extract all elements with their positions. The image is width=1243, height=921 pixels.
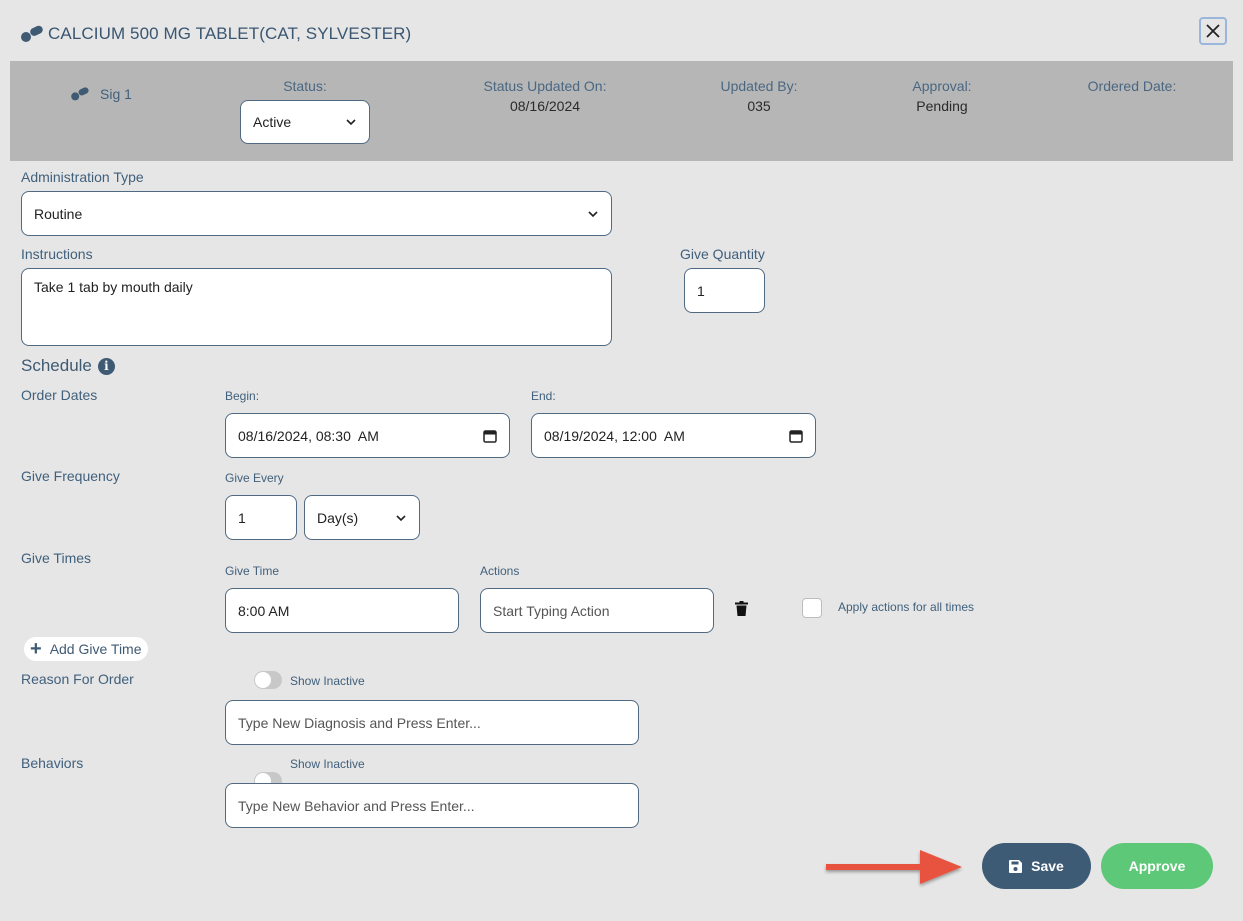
calendar-icon[interactable] xyxy=(483,429,497,443)
reason-show-inactive-toggle[interactable] xyxy=(254,671,282,689)
status-updated-label: Status Updated On: xyxy=(483,78,607,94)
give-quantity-input[interactable]: 1 xyxy=(684,268,765,313)
begin-value: 08/16/2024, 08:30 AM xyxy=(238,427,379,444)
status-select[interactable]: Active xyxy=(240,100,370,144)
status-value: Active xyxy=(253,114,292,130)
begin-datetime-input[interactable]: 08/16/2024, 08:30 AM xyxy=(225,413,510,458)
status-updated-column: Status Updated On: 08/16/2024 xyxy=(470,78,620,114)
actions-label: Actions xyxy=(480,564,520,578)
trash-icon[interactable] xyxy=(735,601,748,616)
end-label: End: xyxy=(531,389,556,403)
give-time-value: 8:00 AM xyxy=(238,602,290,619)
updated-by-column: Updated By: 035 xyxy=(700,78,818,114)
approval-column: Approval: Pending xyxy=(882,78,1002,114)
calendar-icon[interactable] xyxy=(789,429,803,443)
actions-placeholder: Start Typing Action xyxy=(493,602,610,619)
give-every-unit-value: Day(s) xyxy=(317,509,359,526)
give-times-label: Give Times xyxy=(21,550,92,566)
apply-all-label: Apply actions for all times xyxy=(838,600,975,614)
approve-button[interactable]: Approve xyxy=(1101,843,1213,889)
administration-type-label: Administration Type xyxy=(21,169,144,185)
instructions-value: Take 1 tab by mouth daily xyxy=(34,279,193,295)
end-value: 08/19/2024, 12:00 AM xyxy=(544,427,685,444)
reason-label: Reason For Order xyxy=(21,671,134,687)
status-column: Status: xyxy=(245,78,365,94)
arrow-annotation-icon xyxy=(826,850,962,884)
actions-input[interactable]: Start Typing Action xyxy=(480,588,714,633)
behaviors-show-inactive-label: Show Inactive xyxy=(290,757,365,771)
approve-label: Approve xyxy=(1128,858,1186,874)
chevron-down-icon xyxy=(396,514,406,521)
administration-type-value: Routine xyxy=(34,205,83,222)
end-datetime-input[interactable]: 08/19/2024, 12:00 AM xyxy=(531,413,816,458)
reason-show-inactive-label: Show Inactive xyxy=(290,674,365,688)
order-dates-label: Order Dates xyxy=(21,387,98,403)
ordered-date-column: Ordered Date: xyxy=(1072,78,1192,98)
give-frequency-label: Give Frequency xyxy=(21,468,120,484)
sig-tab[interactable]: Sig 1 xyxy=(70,86,132,102)
modal-title-row: CALCIUM 500 MG TABLET(CAT, SYLVESTER) xyxy=(20,20,411,48)
save-label: Save xyxy=(1031,858,1064,874)
pill-icon xyxy=(21,25,43,42)
status-updated-value: 08/16/2024 xyxy=(509,98,581,114)
give-quantity-value: 1 xyxy=(697,282,705,299)
behavior-input[interactable]: Type New Behavior and Press Enter... xyxy=(225,783,639,828)
approval-value: Pending xyxy=(916,98,968,114)
page-title: CALCIUM 500 MG TABLET(CAT, SYLVESTER) xyxy=(48,24,412,43)
pill-icon xyxy=(71,87,89,101)
add-give-time-button[interactable]: + Add Give Time xyxy=(24,637,148,661)
updated-by-label: Updated By: xyxy=(720,78,798,94)
apply-all-checkbox[interactable] xyxy=(802,598,822,618)
diagnosis-input[interactable]: Type New Diagnosis and Press Enter... xyxy=(225,700,639,745)
begin-label: Begin: xyxy=(225,389,260,403)
give-every-label: Give Every xyxy=(225,471,284,485)
updated-by-value: 035 xyxy=(747,98,771,114)
behavior-placeholder: Type New Behavior and Press Enter... xyxy=(238,797,475,814)
give-time-label: Give Time xyxy=(225,564,280,578)
give-every-unit-select[interactable]: Day(s) xyxy=(304,495,420,540)
instructions-textarea[interactable]: Take 1 tab by mouth daily xyxy=(21,268,612,346)
status-label: Status: xyxy=(283,78,327,94)
schedule-title: Schedule xyxy=(21,356,92,375)
give-every-input[interactable]: 1 xyxy=(225,495,297,540)
close-icon xyxy=(1206,24,1220,38)
schedule-heading: Schedule i xyxy=(21,356,115,376)
info-icon[interactable]: i xyxy=(97,357,115,375)
give-time-input[interactable]: 8:00 AM xyxy=(225,588,459,633)
save-button[interactable]: Save xyxy=(982,843,1091,889)
add-give-time-label: Add Give Time xyxy=(49,641,142,657)
diagnosis-placeholder: Type New Diagnosis and Press Enter... xyxy=(238,714,481,731)
chevron-down-icon xyxy=(346,119,356,126)
administration-type-select[interactable]: Routine xyxy=(21,191,612,236)
instructions-label: Instructions xyxy=(21,246,93,262)
approval-label: Approval: xyxy=(912,78,972,94)
give-quantity-label: Give Quantity xyxy=(680,246,765,262)
status-band xyxy=(10,61,1233,161)
plus-icon: + xyxy=(30,638,42,660)
chevron-down-icon xyxy=(588,210,598,217)
behaviors-label: Behaviors xyxy=(21,755,84,771)
ordered-date-label: Ordered Date: xyxy=(1087,78,1177,94)
give-every-value: 1 xyxy=(238,509,246,526)
floppy-disk-icon xyxy=(1009,859,1023,873)
sig-label: Sig 1 xyxy=(100,86,132,102)
close-button[interactable] xyxy=(1199,17,1227,45)
